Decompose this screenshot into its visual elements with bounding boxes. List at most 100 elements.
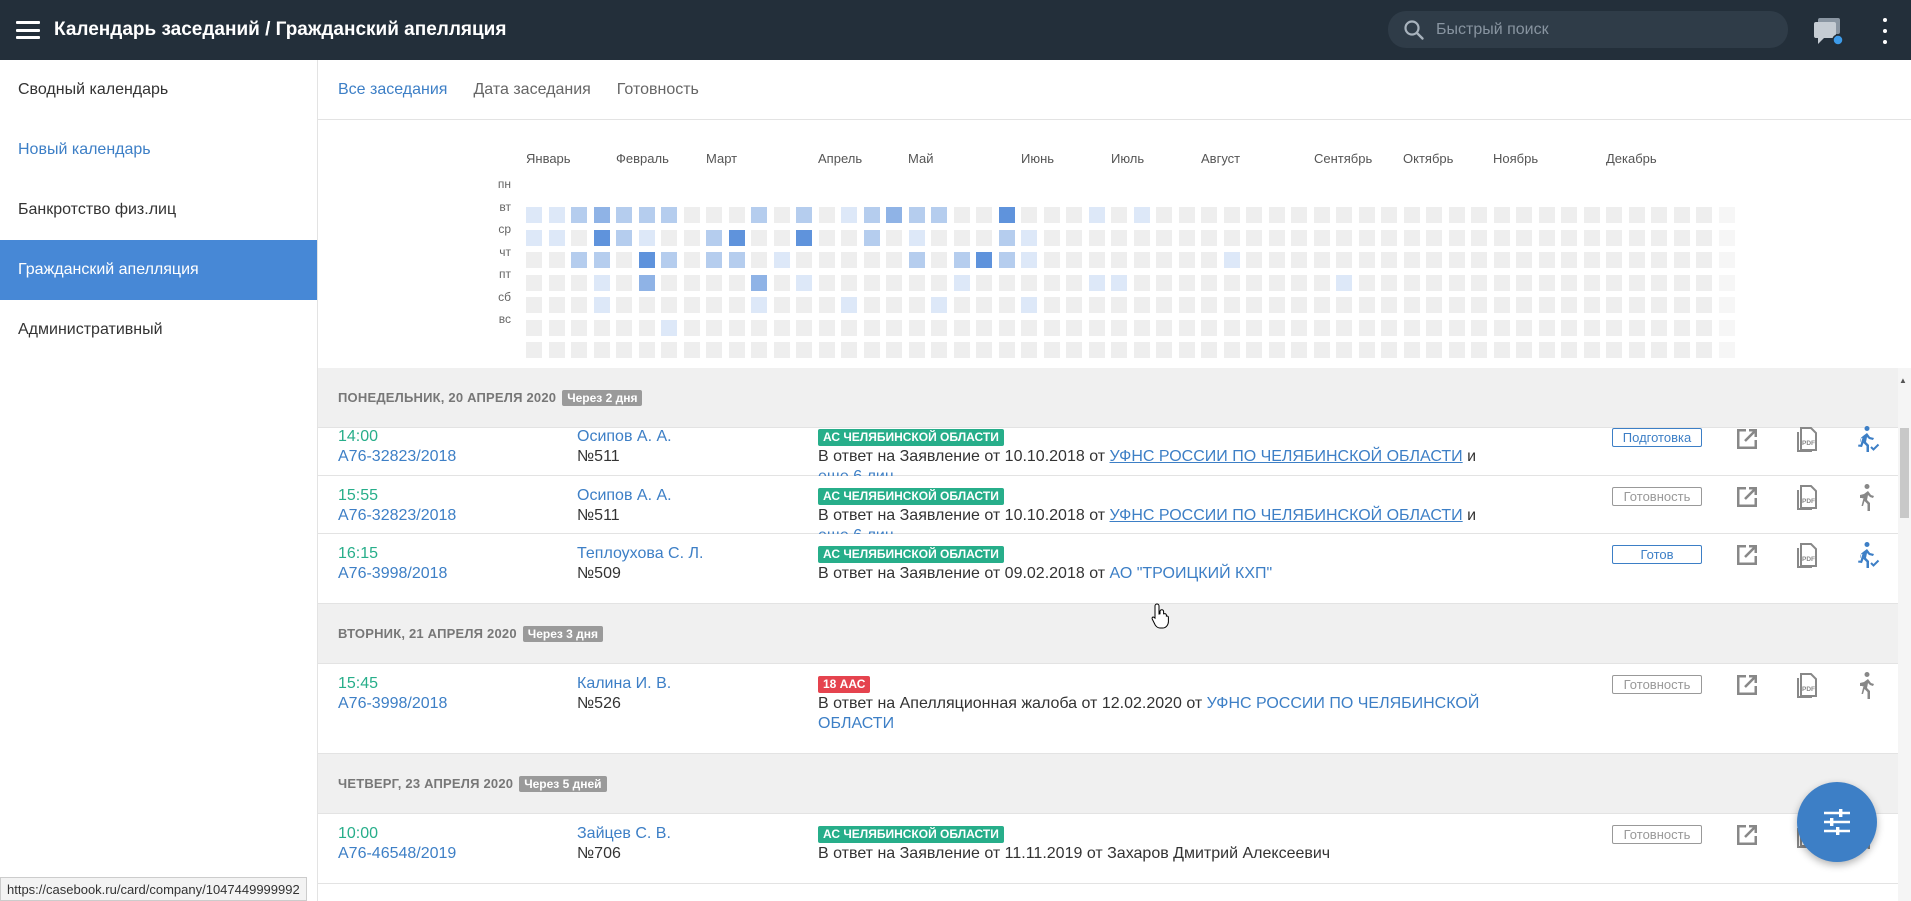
heatmap-day-cell[interactable] bbox=[1651, 274, 1667, 291]
heatmap-day-cell[interactable] bbox=[953, 342, 970, 358]
heatmap-day-cell[interactable] bbox=[1088, 297, 1105, 313]
heatmap-day-cell[interactable] bbox=[1313, 342, 1330, 358]
case-number-link[interactable]: А76-46548/2019 bbox=[338, 844, 456, 864]
heatmap-day-cell[interactable] bbox=[1426, 207, 1442, 223]
heatmap-day-cell[interactable] bbox=[1178, 274, 1195, 291]
open-in-new-icon[interactable] bbox=[1732, 424, 1762, 454]
heatmap-day-cell[interactable] bbox=[1021, 342, 1037, 358]
heatmap-day-cell[interactable] bbox=[1223, 297, 1240, 313]
heatmap-day-cell[interactable] bbox=[1021, 319, 1037, 336]
heatmap-day-cell[interactable] bbox=[818, 319, 835, 336]
heatmap-day-cell[interactable] bbox=[773, 207, 790, 223]
heatmap-day-cell[interactable] bbox=[1493, 319, 1510, 336]
heatmap-day-cell[interactable] bbox=[1673, 207, 1690, 223]
heatmap-day-cell[interactable] bbox=[818, 229, 835, 246]
case-number-link[interactable]: А76-32823/2018 bbox=[338, 506, 456, 526]
heatmap-day-cell[interactable] bbox=[1718, 207, 1735, 223]
heatmap-day-cell[interactable] bbox=[1471, 297, 1487, 313]
case-number-link[interactable]: А76-32823/2018 bbox=[338, 447, 456, 467]
heatmap-day-cell[interactable] bbox=[1268, 274, 1285, 291]
heatmap-day-cell[interactable] bbox=[1133, 319, 1150, 336]
walk-check-icon[interactable] bbox=[1852, 424, 1882, 454]
heatmap-day-cell[interactable] bbox=[931, 252, 947, 268]
heatmap-day-cell[interactable] bbox=[886, 342, 902, 358]
heatmap-day-cell[interactable] bbox=[1381, 252, 1397, 268]
heatmap-day-cell[interactable] bbox=[1021, 274, 1037, 291]
party-link[interactable]: УФНС РОССИИ ПО ЧЕЛЯБИНСКОЙ ОБЛАСТИ bbox=[1110, 448, 1463, 465]
heatmap-day-cell[interactable] bbox=[1201, 319, 1217, 336]
heatmap-day-cell[interactable] bbox=[1156, 207, 1172, 223]
heatmap-day-cell[interactable] bbox=[1583, 319, 1600, 336]
heatmap-day-cell[interactable] bbox=[1358, 319, 1375, 336]
heatmap-day-cell[interactable] bbox=[1471, 207, 1487, 223]
case-number-link[interactable]: А76-3998/2018 bbox=[338, 694, 447, 714]
heatmap-day-cell[interactable] bbox=[863, 207, 880, 223]
sidebar-item-administrative[interactable]: Административный bbox=[0, 300, 317, 360]
heatmap-day-cell[interactable] bbox=[683, 319, 700, 336]
heatmap-day-cell[interactable] bbox=[908, 297, 925, 313]
heatmap-day-cell[interactable] bbox=[1156, 319, 1172, 336]
heatmap-day-cell[interactable] bbox=[1628, 229, 1645, 246]
heatmap-day-cell[interactable] bbox=[1313, 274, 1330, 291]
heatmap-day-cell[interactable] bbox=[1178, 229, 1195, 246]
heatmap-day-cell[interactable] bbox=[1561, 342, 1577, 358]
heatmap-day-cell[interactable] bbox=[1268, 342, 1285, 358]
heatmap-day-cell[interactable] bbox=[1493, 229, 1510, 246]
heatmap-day-cell[interactable] bbox=[863, 319, 880, 336]
heatmap-day-cell[interactable] bbox=[1268, 297, 1285, 313]
walk-icon[interactable] bbox=[1852, 670, 1882, 700]
heatmap-day-cell[interactable] bbox=[1606, 207, 1622, 223]
heatmap-day-cell[interactable] bbox=[1673, 229, 1690, 246]
heatmap-day-cell[interactable] bbox=[1381, 274, 1397, 291]
status-badge[interactable]: Готовность bbox=[1612, 825, 1702, 844]
heatmap-day-cell[interactable] bbox=[1088, 274, 1105, 291]
heatmap-day-cell[interactable] bbox=[1426, 274, 1442, 291]
heatmap-day-cell[interactable] bbox=[773, 319, 790, 336]
heatmap-day-cell[interactable] bbox=[1156, 342, 1172, 358]
heatmap-day-cell[interactable] bbox=[908, 252, 925, 268]
heatmap-day-cell[interactable] bbox=[1426, 252, 1442, 268]
heatmap-day-cell[interactable] bbox=[1628, 342, 1645, 358]
heatmap-day-cell[interactable] bbox=[1358, 274, 1375, 291]
heatmap-day-cell[interactable] bbox=[1291, 297, 1307, 313]
heatmap-day-cell[interactable] bbox=[1313, 252, 1330, 268]
heatmap-day-cell[interactable] bbox=[616, 207, 632, 223]
heatmap-day-cell[interactable] bbox=[1358, 207, 1375, 223]
heatmap-day-cell[interactable] bbox=[1088, 342, 1105, 358]
heatmap-day-cell[interactable] bbox=[706, 207, 722, 223]
heatmap-day-cell[interactable] bbox=[1606, 319, 1622, 336]
heatmap-day-cell[interactable] bbox=[863, 252, 880, 268]
heatmap-day-cell[interactable] bbox=[1651, 342, 1667, 358]
heatmap-day-cell[interactable] bbox=[638, 207, 655, 223]
heatmap-day-cell[interactable] bbox=[998, 229, 1015, 246]
heatmap-day-cell[interactable] bbox=[1358, 252, 1375, 268]
heatmap-day-cell[interactable] bbox=[616, 319, 632, 336]
heatmap-day-cell[interactable] bbox=[728, 342, 745, 358]
heatmap-day-cell[interactable] bbox=[751, 274, 767, 291]
heatmap-day-cell[interactable] bbox=[1021, 229, 1037, 246]
heatmap-day-cell[interactable] bbox=[1651, 319, 1667, 336]
heatmap-day-cell[interactable] bbox=[1516, 319, 1532, 336]
heatmap-day-cell[interactable] bbox=[661, 319, 677, 336]
heatmap-day-cell[interactable] bbox=[1403, 207, 1420, 223]
heatmap-day-cell[interactable] bbox=[976, 297, 992, 313]
heatmap-day-cell[interactable] bbox=[1313, 319, 1330, 336]
heatmap-day-cell[interactable] bbox=[998, 274, 1015, 291]
heatmap-day-cell[interactable] bbox=[1628, 207, 1645, 223]
heatmap-day-cell[interactable] bbox=[1246, 207, 1262, 223]
heatmap-day-cell[interactable] bbox=[1606, 274, 1622, 291]
heatmap-day-cell[interactable] bbox=[1066, 342, 1082, 358]
heatmap-day-cell[interactable] bbox=[728, 274, 745, 291]
heatmap-day-cell[interactable] bbox=[953, 207, 970, 223]
filter-fab-button[interactable] bbox=[1797, 782, 1877, 862]
heatmap-day-cell[interactable] bbox=[1403, 319, 1420, 336]
heatmap-day-cell[interactable] bbox=[728, 252, 745, 268]
heatmap-day-cell[interactable] bbox=[1358, 229, 1375, 246]
heatmap-day-cell[interactable] bbox=[1111, 207, 1127, 223]
heatmap-day-cell[interactable] bbox=[953, 274, 970, 291]
heatmap-day-cell[interactable] bbox=[661, 207, 677, 223]
heatmap-day-cell[interactable] bbox=[638, 274, 655, 291]
heatmap-day-cell[interactable] bbox=[773, 342, 790, 358]
heatmap-day-cell[interactable] bbox=[1291, 342, 1307, 358]
heatmap-day-cell[interactable] bbox=[953, 319, 970, 336]
